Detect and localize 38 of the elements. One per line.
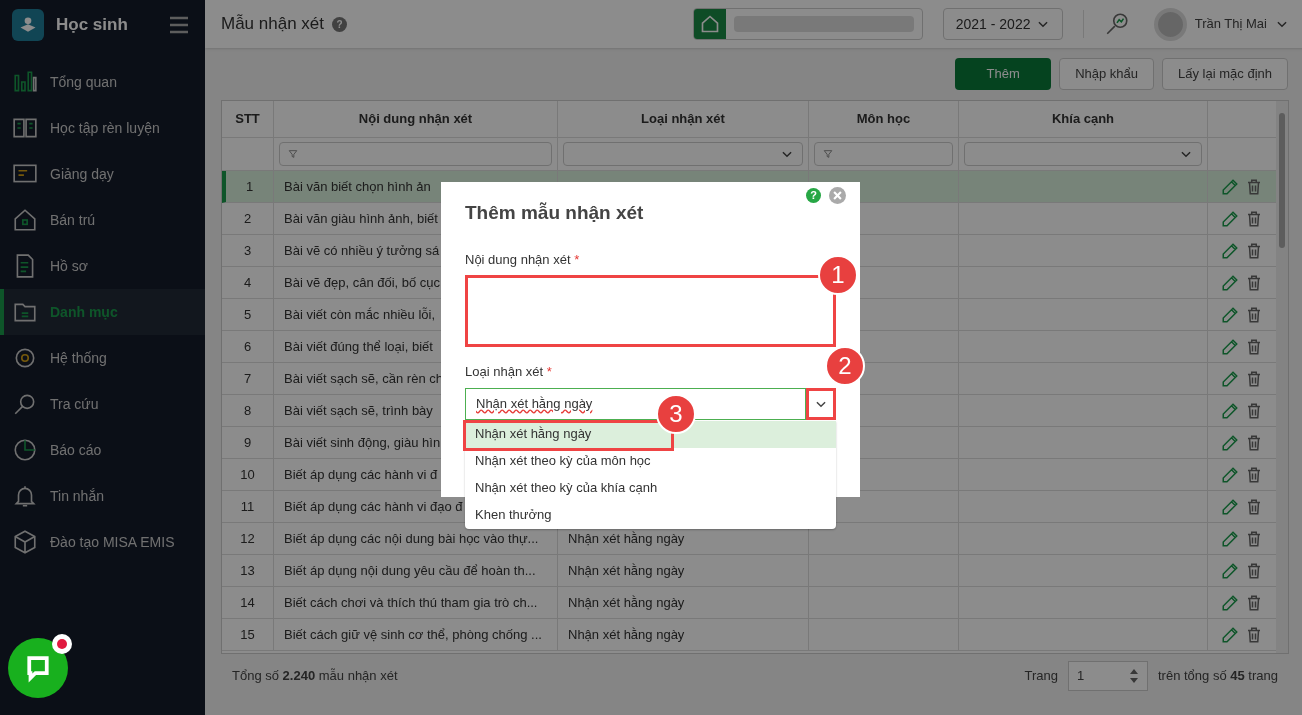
table-cell-text: Nhận xét hằng ngày bbox=[568, 593, 685, 612]
annotation-number: 3 bbox=[656, 393, 696, 434]
total-count: Tổng số 2.240 mẫu nhận xét bbox=[232, 667, 398, 686]
table-cell: 11 bbox=[222, 491, 274, 522]
table-cell: 8 bbox=[222, 395, 274, 426]
page-title: Mẫu nhận xét bbox=[221, 13, 324, 36]
table-cell: 12 bbox=[222, 523, 274, 554]
table-cell: Biết cách chơi và thích thú tham gia trò ch... bbox=[274, 587, 558, 618]
app-name: Học sinh bbox=[56, 14, 129, 37]
table-cell-text: Nhận xét hằng ngày bbox=[568, 529, 685, 548]
table-cell: 6 bbox=[222, 331, 274, 362]
table-cell: 5 bbox=[222, 299, 274, 330]
column-header: STT bbox=[222, 101, 274, 137]
table-cell: 1 bbox=[226, 171, 274, 202]
page-total: trên tổng số 45 trang bbox=[1158, 667, 1278, 686]
table-cell: 15 bbox=[222, 619, 274, 650]
table-cell: 10 bbox=[222, 459, 274, 490]
table-cell: 9 bbox=[222, 427, 274, 458]
table-cell-text: Nhận xét hằng ngày bbox=[568, 561, 685, 580]
table-cell: 13 bbox=[222, 555, 274, 586]
table-cell: 4 bbox=[222, 267, 274, 298]
column-header: Môn học bbox=[809, 101, 959, 137]
column-header: Khía cạnh bbox=[959, 101, 1208, 137]
column-header: Nội dung nhận xét bbox=[274, 101, 558, 137]
page-label: Trang bbox=[1024, 667, 1058, 686]
required-mark: * bbox=[574, 251, 580, 267]
table-cell: 7 bbox=[222, 363, 274, 394]
table-cell: 3 bbox=[222, 235, 274, 266]
table-cell: Biết cách giữ vệ sinh cơ thể, phòng chống ... bbox=[274, 619, 558, 650]
field-label: Loại nhận xét bbox=[465, 364, 544, 379]
column-header: Loại nhận xét bbox=[558, 101, 809, 137]
annotation-number: 1 bbox=[818, 255, 858, 295]
table-cell: 2 bbox=[222, 203, 274, 234]
table-cell-text: Nhận xét hằng ngày bbox=[568, 625, 685, 644]
table-cell: 14 bbox=[222, 587, 274, 618]
annotation-number: 2 bbox=[825, 345, 865, 386]
required-mark: * bbox=[546, 364, 552, 379]
table-cell: Biết áp dụng nội dung yêu cầu để hoàn th... bbox=[274, 555, 558, 586]
